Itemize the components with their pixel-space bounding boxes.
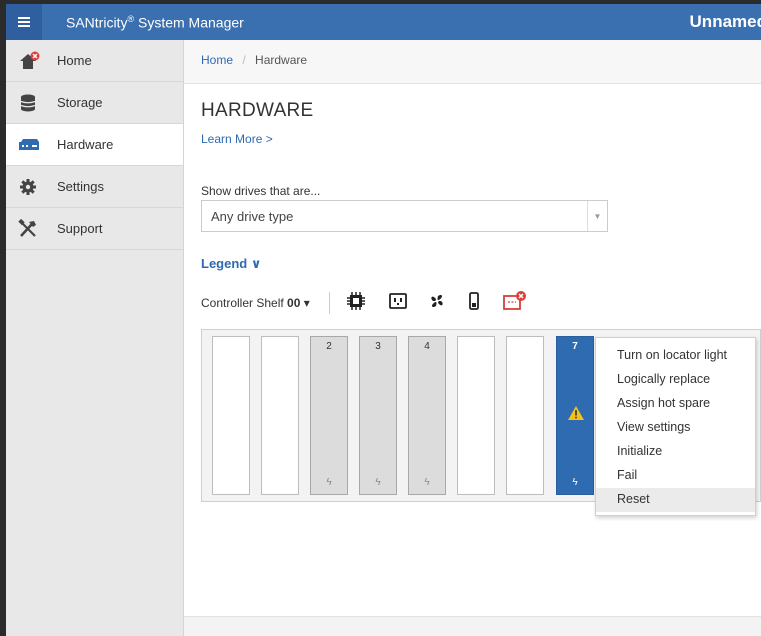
fan-icon[interactable]	[427, 290, 447, 312]
drive-slot-4[interactable]: 4 ϟ	[408, 336, 446, 495]
drive-number: 7	[572, 341, 578, 352]
sidebar-item-settings[interactable]: Settings	[6, 166, 183, 208]
breadcrumb: Home / Hardware	[184, 40, 761, 84]
learn-more-link[interactable]: Learn More >	[201, 132, 273, 146]
breadcrumb-separator: /	[242, 53, 246, 67]
sidebar-item-home[interactable]: Home	[6, 40, 183, 82]
drive-type-select-value: Any drive type	[211, 209, 294, 224]
footer-strip	[184, 616, 761, 636]
sidebar-item-support[interactable]: Support	[6, 208, 183, 250]
sidebar-item-label: Hardware	[57, 137, 114, 152]
sidebar-item-label: Support	[57, 221, 103, 236]
breadcrumb-current: Hardware	[255, 53, 308, 67]
drive-slot-3[interactable]: 3 ϟ	[359, 336, 397, 495]
breadcrumb-home-link[interactable]: Home	[201, 53, 233, 67]
storage-icon	[20, 94, 36, 112]
sidebar: Home Storage Hardware Settings Support	[6, 40, 184, 636]
page-title: HARDWARE	[201, 100, 314, 121]
bolt-icon: ϟ	[326, 477, 332, 488]
shelf-selector[interactable]: Controller Shelf 00 ▾	[201, 296, 310, 310]
system-name: Unnamed	[689, 12, 761, 31]
sidebar-item-label: Home	[57, 53, 92, 68]
divider	[329, 292, 330, 314]
drive-type-select[interactable]: Any drive type ▼	[201, 200, 608, 232]
drive-slot-empty[interactable]	[457, 336, 495, 495]
warning-icon	[568, 406, 584, 420]
chevron-down-icon[interactable]: ▼	[587, 201, 607, 231]
power-supply-icon[interactable]	[388, 290, 408, 312]
battery-icon[interactable]	[464, 290, 484, 312]
menu-item-locator-light[interactable]: Turn on locator light	[596, 344, 755, 368]
drive-context-menu: Turn on locator light Logically replace …	[595, 337, 756, 516]
gear-icon	[20, 179, 36, 195]
drive-slot-7[interactable]: 7 ϟ	[556, 336, 594, 495]
bolt-icon: ϟ	[572, 477, 578, 488]
app-title: SANtricity® System Manager	[66, 14, 244, 31]
drive-slot-2[interactable]: 2 ϟ	[310, 336, 348, 495]
menu-item-view-settings[interactable]: View settings	[596, 416, 755, 440]
menu-item-initialize[interactable]: Initialize	[596, 440, 755, 464]
app-window: SANtricity® System Manager Unnamed Home …	[6, 4, 761, 636]
menu-item-fail[interactable]: Fail	[596, 464, 755, 488]
controller-chip-icon[interactable]	[346, 290, 366, 312]
drive-number: 2	[326, 341, 332, 352]
bolt-icon: ϟ	[375, 477, 381, 488]
drive-slot-empty[interactable]	[506, 336, 544, 495]
drive-number: 3	[375, 341, 381, 352]
menu-item-reset[interactable]: Reset	[596, 488, 755, 512]
filter-label: Show drives that are...	[201, 184, 321, 198]
sidebar-item-hardware[interactable]: Hardware	[6, 124, 183, 166]
menu-item-logically-replace[interactable]: Logically replace	[596, 368, 755, 392]
top-bar: SANtricity® System Manager Unnamed	[6, 4, 761, 40]
hardware-icon	[19, 139, 39, 150]
home-icon	[20, 51, 40, 69]
bolt-icon: ϟ	[424, 477, 430, 488]
chevron-down-icon: ▾	[300, 296, 310, 310]
sidebar-item-label: Storage	[57, 95, 103, 110]
menu-item-assign-hot-spare[interactable]: Assign hot spare	[596, 392, 755, 416]
sidebar-item-label: Settings	[57, 179, 104, 194]
tools-icon	[18, 219, 36, 237]
sidebar-item-storage[interactable]: Storage	[6, 82, 183, 124]
shelf-toolbar: Controller Shelf 00 ▾	[201, 290, 761, 318]
legend-toggle[interactable]: Legend ∨	[201, 256, 261, 272]
shelf-number: 00	[287, 296, 301, 310]
drive-number: 4	[424, 341, 430, 352]
drive-slot-empty[interactable]	[212, 336, 250, 495]
alert-shelf-icon[interactable]	[501, 290, 529, 312]
drive-slot-empty[interactable]	[261, 336, 299, 495]
hamburger-icon[interactable]	[6, 4, 42, 40]
